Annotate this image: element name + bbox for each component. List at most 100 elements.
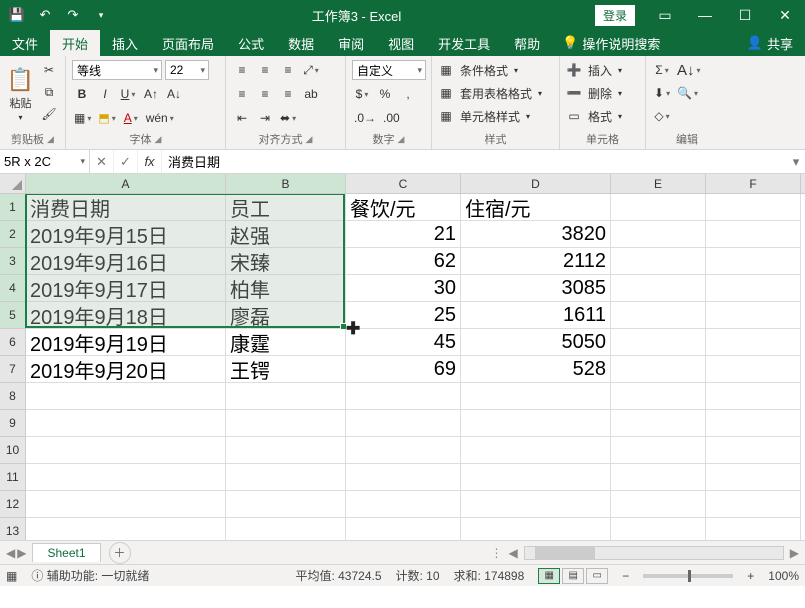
select-all-corner[interactable] — [0, 174, 26, 193]
cell[interactable] — [26, 437, 226, 464]
font-size-select[interactable]: 22 — [165, 60, 209, 80]
cell[interactable] — [461, 383, 611, 410]
cell[interactable] — [611, 464, 706, 491]
row-header[interactable]: 11 — [0, 464, 25, 491]
cell[interactable] — [706, 221, 801, 248]
wrap-text-icon[interactable]: ab — [301, 84, 321, 104]
cell[interactable] — [461, 518, 611, 540]
cell[interactable]: 25 — [346, 302, 461, 329]
cell[interactable] — [346, 383, 461, 410]
number-format-select[interactable]: 自定义 — [352, 60, 426, 80]
cell[interactable] — [611, 410, 706, 437]
zoom-slider[interactable] — [643, 574, 733, 578]
cell[interactable]: 69 — [346, 356, 461, 383]
qat-customize-icon[interactable]: ▾ — [90, 4, 112, 26]
cell[interactable] — [706, 329, 801, 356]
cell[interactable] — [611, 275, 706, 302]
name-box[interactable]: 5R x 2C — [0, 150, 90, 173]
row-header[interactable]: 1 — [0, 194, 25, 221]
cell[interactable]: 528 — [461, 356, 611, 383]
row-header[interactable]: 7 — [0, 356, 25, 383]
cell[interactable]: 消费日期 — [26, 194, 226, 221]
cell[interactable] — [611, 518, 706, 540]
cell[interactable]: 3085 — [461, 275, 611, 302]
cell[interactable]: 2019年9月16日 — [26, 248, 226, 275]
row-header[interactable]: 10 — [0, 437, 25, 464]
accessibility-status[interactable]: ⓘ 辅助功能: 一切就绪 — [31, 567, 149, 584]
cell[interactable]: 员工 — [226, 194, 346, 221]
clipboard-launcher-icon[interactable]: ◢ — [47, 134, 54, 145]
col-header-D[interactable]: D — [461, 174, 611, 193]
cut-icon[interactable]: ✂ — [39, 60, 59, 80]
enter-formula-icon[interactable]: ✓ — [114, 150, 138, 173]
format-painter-icon[interactable]: 🖌 — [39, 104, 59, 124]
cell[interactable] — [461, 410, 611, 437]
decrease-indent-icon[interactable]: ⇤ — [232, 108, 252, 128]
cell-styles-button[interactable]: ▦单元格样式▾ — [438, 106, 542, 126]
fill-color-icon[interactable]: ⬒ — [96, 108, 117, 128]
cancel-formula-icon[interactable]: ✕ — [90, 150, 114, 173]
cell[interactable]: 廖磊 — [226, 302, 346, 329]
tell-me-search[interactable]: 💡操作说明搜索 — [552, 34, 670, 53]
cell[interactable] — [461, 437, 611, 464]
cell[interactable] — [706, 248, 801, 275]
cell[interactable] — [611, 356, 706, 383]
align-middle-icon[interactable]: ≡ — [255, 60, 275, 80]
cell[interactable] — [346, 410, 461, 437]
minimize-icon[interactable]: — — [685, 0, 725, 30]
cell[interactable] — [611, 302, 706, 329]
row-header[interactable]: 13 — [0, 518, 25, 540]
col-header-C[interactable]: C — [346, 174, 461, 193]
page-break-view-icon[interactable]: ▭ — [586, 568, 608, 584]
cell[interactable] — [226, 437, 346, 464]
tab-data[interactable]: 数据 — [276, 30, 326, 56]
cell[interactable]: 餐饮/元 — [346, 194, 461, 221]
increase-indent-icon[interactable]: ⇥ — [255, 108, 275, 128]
font-color-icon[interactable]: A — [121, 108, 141, 128]
cell[interactable]: 住宿/元 — [461, 194, 611, 221]
row-header[interactable]: 2 — [0, 221, 25, 248]
format-cells-button[interactable]: ▭格式▾ — [566, 106, 622, 126]
ribbon-options-icon[interactable]: ▭ — [645, 0, 685, 30]
cell[interactable] — [706, 356, 801, 383]
tab-formulas[interactable]: 公式 — [226, 30, 276, 56]
col-header-F[interactable]: F — [706, 174, 801, 193]
cells-area[interactable]: ✚ 消费日期员工餐饮/元住宿/元2019年9月15日赵强2138202019年9… — [26, 194, 805, 540]
bold-icon[interactable]: B — [72, 84, 92, 104]
cell[interactable] — [706, 194, 801, 221]
cell[interactable]: 3820 — [461, 221, 611, 248]
cell[interactable]: 2112 — [461, 248, 611, 275]
row-header[interactable]: 4 — [0, 275, 25, 302]
tab-home[interactable]: 开始 — [50, 30, 100, 56]
hscroll-left-icon[interactable]: ◀ — [509, 546, 518, 560]
login-button[interactable]: 登录 — [595, 5, 635, 26]
italic-icon[interactable]: I — [95, 84, 115, 104]
page-layout-view-icon[interactable]: ▤ — [562, 568, 584, 584]
align-top-icon[interactable]: ≡ — [232, 60, 252, 80]
maximize-icon[interactable]: ☐ — [725, 0, 765, 30]
conditional-format-button[interactable]: ▦条件格式▾ — [438, 60, 542, 80]
number-launcher-icon[interactable]: ◢ — [398, 134, 405, 145]
autosum-icon[interactable]: Σ — [652, 60, 672, 80]
row-header[interactable]: 6 — [0, 329, 25, 356]
cell[interactable] — [706, 491, 801, 518]
paste-button[interactable]: 📋粘贴▾ — [6, 60, 35, 129]
cell[interactable]: 宋臻 — [226, 248, 346, 275]
cell[interactable] — [26, 464, 226, 491]
fill-icon[interactable]: ⬇ — [652, 83, 672, 103]
insert-function-icon[interactable]: fx — [138, 150, 162, 173]
cell[interactable] — [461, 464, 611, 491]
cell[interactable]: 王锷 — [226, 356, 346, 383]
split-handle-icon[interactable]: ⋮ — [491, 546, 503, 560]
tab-layout[interactable]: 页面布局 — [150, 30, 226, 56]
expand-formula-bar-icon[interactable]: ▾ — [787, 154, 805, 170]
cell[interactable] — [611, 491, 706, 518]
cell[interactable]: 康霆 — [226, 329, 346, 356]
merge-cells-icon[interactable]: ⬌ — [278, 108, 298, 128]
cell[interactable]: 2019年9月18日 — [26, 302, 226, 329]
align-bottom-icon[interactable]: ≡ — [278, 60, 298, 80]
comma-format-icon[interactable]: , — [398, 84, 418, 104]
cell[interactable]: 5050 — [461, 329, 611, 356]
row-header[interactable]: 3 — [0, 248, 25, 275]
increase-decimal-icon[interactable]: .0→ — [352, 108, 378, 128]
